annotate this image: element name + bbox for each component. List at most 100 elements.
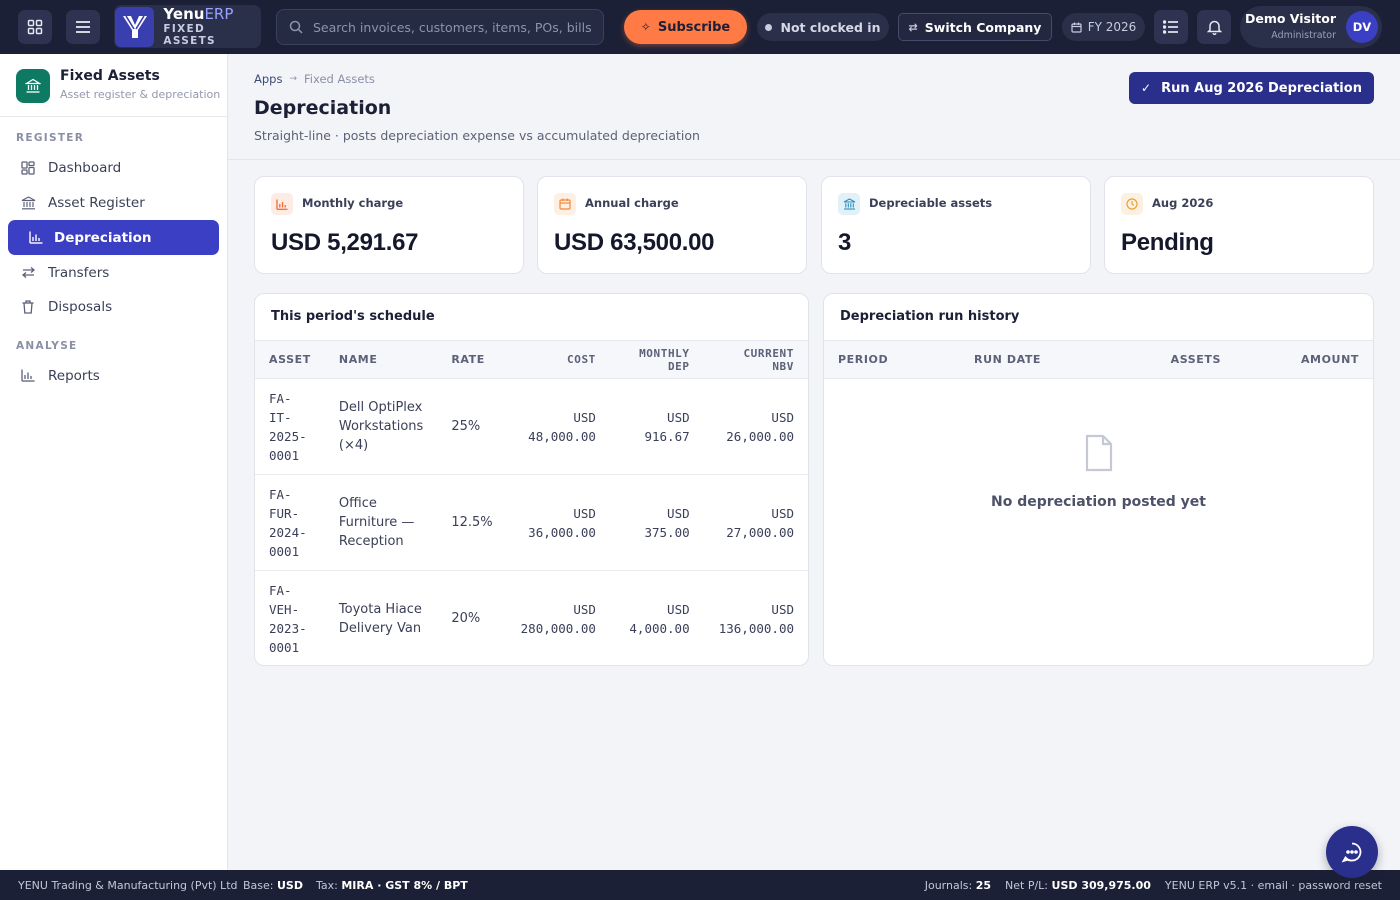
fiscal-year-label: FY 2026 [1087,20,1137,34]
breadcrumb-current: Fixed Assets [304,72,375,86]
asset-code-part: FA- [269,486,292,502]
notifications-button[interactable] [1197,10,1231,44]
breadcrumb-arrow-icon: → [289,74,298,84]
sidebar-item-label: Asset Register [48,194,145,211]
currency-label: USD [771,601,794,617]
breadcrumb-apps-link[interactable]: Apps [254,72,282,86]
menu-toggle-button[interactable] [66,10,100,44]
currency-label: USD [771,505,794,521]
asset-code: FA- IT- 2025- 0001 [255,378,325,475]
column-header-asset: ASSET [255,340,325,379]
sidebar-item-depreciation[interactable]: Depreciation [8,220,219,255]
amount: 375.00 [644,524,690,540]
sidebar-item-reports[interactable]: Reports [8,358,219,393]
asset-rate: 25% [437,378,507,475]
asset-code: FA- VEH- 2023- 0001 [255,571,325,666]
asset-name-line: Furniture — [338,515,415,530]
subscribe-label: Subscribe [657,19,731,35]
footer-pl-label: Net P/L: [1005,878,1049,892]
column-header-rate: RATE [437,340,507,379]
task-list-button[interactable] [1154,10,1188,44]
brand[interactable]: YenuERP FIXED ASSETS [114,5,261,48]
asset-code-part: 2024- [269,524,307,540]
sidebar-item-transfers[interactable]: Transfers [8,255,219,290]
asset-code-part: 0001 [269,543,300,559]
footer-base-label: Base: [243,878,274,892]
brand-subtitle: FIXED ASSETS [163,23,216,47]
table-row[interactable]: FA- IT- 2025- 0001 Dell OptiPlex Workstation… [255,378,808,475]
bank-icon [16,69,50,103]
table-header-row: PERIOD RUN DATE ASSETS AMOUNT [824,340,1373,379]
asset-name-line: Reception [338,534,404,549]
reports-icon [20,368,36,384]
table-row[interactable]: FA- VEH- 2023- 0001 Toyota Hiace Delivery Va… [255,571,808,666]
stat-value: 3 [838,229,852,256]
switch-company-label: Switch Company [924,19,1042,35]
user-menu[interactable]: Demo Visitor Administrator DV [1240,6,1382,48]
currency-label: USD [667,505,690,521]
empty-state-text: No depreciation posted yet [990,494,1206,510]
subscribe-button[interactable]: ✧ Subscribe [624,10,747,44]
search-input[interactable] [313,19,593,35]
user-role: Administrator [1271,30,1336,41]
stat-card-depreciable-assets: Depreciable assets 3 [821,176,1091,274]
asset-name: Dell OptiPlex Workstations (×4) [324,378,438,475]
sidebar-item-disposals[interactable]: Disposals [8,289,219,324]
asset-current-nbv: USD 27,000.00 [703,474,808,571]
fiscal-year-pill[interactable]: FY 2026 [1062,13,1145,41]
amount: 4,000.00 [629,620,690,636]
trash-icon [20,299,36,315]
asset-cost: USD 36,000.00 [506,474,610,571]
section-analyse-heading: ANALYSE [16,340,78,352]
asset-monthly-dep: USD 375.00 [609,474,704,571]
clock-status-pill[interactable]: Not clocked in [757,13,889,41]
column-header-assets: ASSETS [1110,340,1235,379]
asset-code-part: IT- [269,409,292,425]
sidebar-item-asset-register[interactable]: Asset Register [8,185,219,220]
building-icon [20,195,36,211]
footer-pl-value: USD 309,975.00 [1051,878,1151,892]
asset-monthly-dep: USD 916.67 [609,378,704,475]
top-bar: YenuERP FIXED ASSETS ✧ Subscribe Not clo… [0,0,1400,54]
asset-name-line: Delivery Van [338,620,422,636]
history-title: Depreciation run history [840,309,1020,324]
swap-icon [20,265,36,281]
global-search[interactable] [276,9,604,45]
check-icon: ✓ [1141,81,1152,95]
table-row[interactable]: FA- FUR- 2024- 0001 Office Furniture — Recept… [255,474,808,571]
swap-icon: ⇄ [908,20,918,34]
bar-chart-icon [28,230,44,246]
list-icon [1163,20,1178,34]
building-icon [838,193,860,215]
apps-grid-button[interactable] [18,10,52,44]
apps-grid-icon [27,19,43,35]
sidebar-item-label: Reports [48,367,100,384]
asset-code-part: 0001 [269,447,300,463]
sidebar-item-dashboard[interactable]: Dashboard [8,150,219,185]
asset-code-part: FUR- [269,505,300,521]
chat-bubble-icon [1341,842,1362,863]
amount: 916.67 [644,428,690,444]
footer-journals-label: Journals: [924,878,973,892]
run-depreciation-button[interactable]: ✓ Run Aug 2026 Depreciation [1129,72,1374,104]
sidebar-item-label: Disposals [48,298,113,315]
asset-cost: USD 48,000.00 [506,378,610,475]
page-header: Apps → Fixed Assets Depreciation Straigh… [228,54,1400,160]
stat-label: Monthly charge [302,196,404,210]
breadcrumb: Apps → Fixed Assets [254,72,375,86]
sidebar-item-label: Transfers [48,264,110,281]
stat-label: Depreciable assets [869,196,993,210]
schedule-panel: This period's schedule ASSET NAME RATE C… [254,293,809,666]
amount: 48,000.00 [528,428,596,444]
amount: 27,000.00 [726,524,794,540]
amount: 136,000.00 [718,620,794,636]
column-header-amount: AMOUNT [1235,340,1373,379]
stat-card-monthly-charge: Monthly charge USD 5,291.67 [254,176,524,274]
chat-button[interactable] [1326,826,1378,878]
empty-state: No depreciation posted yet [824,434,1373,510]
switch-company-button[interactable]: ⇄ Switch Company [898,13,1052,41]
footer-tax-label: Tax: [316,878,338,892]
table-header-row: ASSET NAME RATE COST MONTHLY DEP CURRENT… [255,340,808,379]
footer-right: Journals: 25 Net P/L: USD 309,975.00 YEN… [925,879,1382,892]
footer-base-value: USD [277,878,303,892]
